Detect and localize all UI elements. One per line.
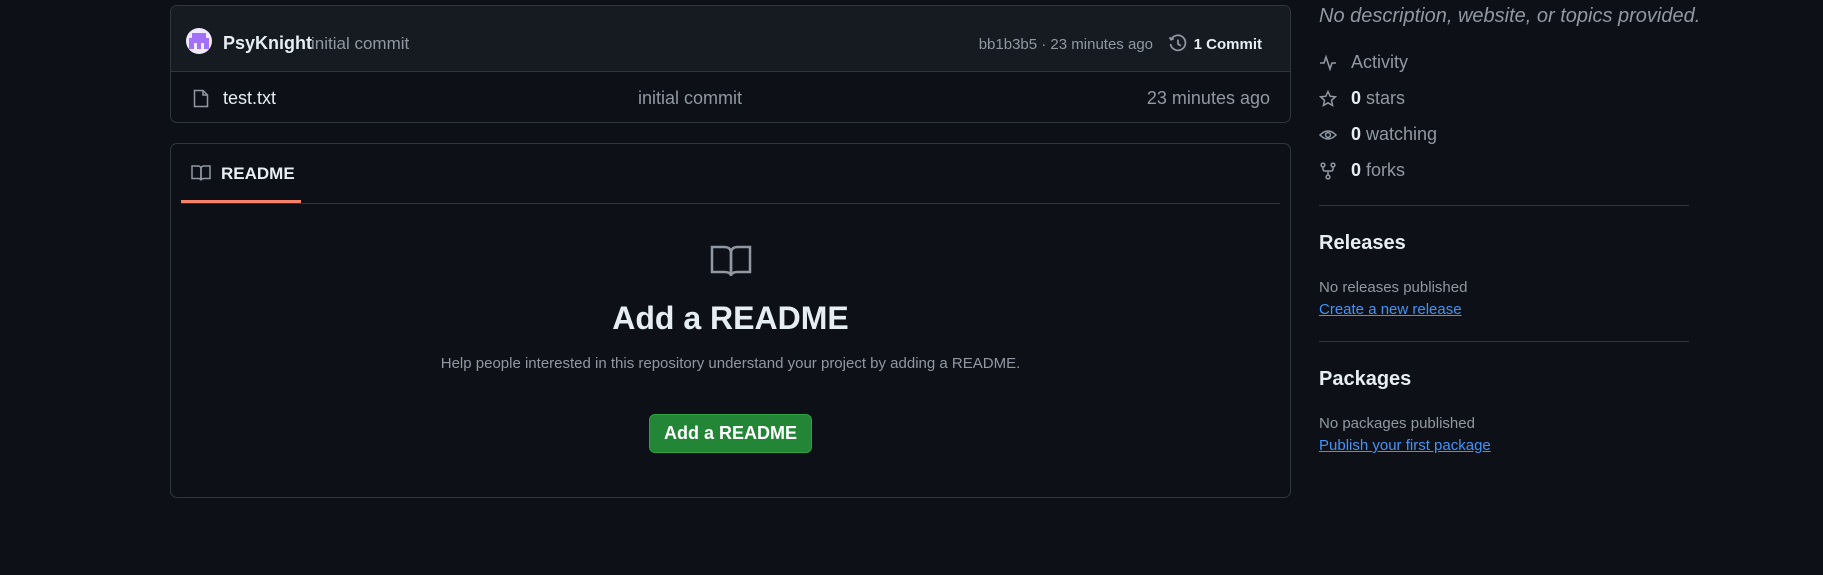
- activity-label: Activity: [1351, 52, 1409, 72]
- add-readme-button[interactable]: Add a README: [648, 414, 812, 453]
- star-icon: [1319, 89, 1337, 107]
- readme-panel: README Add a README Help people interest…: [170, 143, 1291, 498]
- eye-icon: [1319, 129, 1337, 140]
- stars-count: 0: [1351, 88, 1362, 108]
- divider: [1319, 341, 1689, 342]
- commit-message[interactable]: initial commit: [311, 34, 409, 54]
- forks-link[interactable]: 0 forks: [1319, 160, 1405, 181]
- fork-icon: [1320, 161, 1336, 180]
- create-release-link[interactable]: Create a new release: [1319, 301, 1462, 318]
- stars-link[interactable]: 0 stars: [1319, 88, 1405, 109]
- readme-empty-state: Add a README Help people interested in t…: [171, 244, 1290, 453]
- commits-count-label: 1 Commit: [1193, 35, 1262, 53]
- activity-link[interactable]: Activity: [1319, 52, 1408, 73]
- packages-empty-text: No packages published: [1319, 415, 1475, 432]
- commit-author[interactable]: PsyKnight: [223, 33, 312, 54]
- file-last-commit-time: 23 minutes ago: [1146, 88, 1270, 108]
- history-icon: [1168, 34, 1186, 52]
- divider: [1319, 205, 1689, 206]
- file-row[interactable]: test.txt initial commit 23 minutes ago: [171, 72, 1290, 122]
- pulse-icon: [1320, 53, 1336, 72]
- commit-hash-time[interactable]: bb1b3b5 · 23 minutes ago: [979, 36, 1153, 53]
- forks-label: forks: [1366, 160, 1406, 180]
- commits-count-button[interactable]: 1 Commit: [1168, 33, 1262, 55]
- latest-commit-bar: PsyKnight initial commit bb1b3b5 · 23 mi…: [171, 6, 1290, 72]
- avatar[interactable]: [186, 28, 212, 54]
- empty-state-description: Help people interested in this repositor…: [440, 355, 1021, 372]
- readme-tab-bar: README: [181, 144, 1280, 204]
- releases-empty-text: No releases published: [1319, 279, 1468, 296]
- watching-label: watching: [1366, 124, 1438, 144]
- book-icon: [710, 245, 751, 277]
- readme-tab-label: README: [221, 164, 295, 183]
- publish-package-link[interactable]: Publish your first package: [1319, 437, 1491, 454]
- forks-count: 0: [1351, 160, 1362, 180]
- packages-heading[interactable]: Packages: [1319, 368, 1411, 391]
- book-icon: [191, 165, 211, 181]
- watching-count: 0: [1351, 124, 1362, 144]
- stars-label: stars: [1366, 88, 1406, 108]
- file-name-link[interactable]: test.txt: [223, 88, 276, 109]
- watchers-link[interactable]: 0 watching: [1319, 124, 1437, 145]
- file-icon: [193, 89, 209, 108]
- commit-file-panel: PsyKnight initial commit bb1b3b5 · 23 mi…: [170, 5, 1291, 123]
- empty-state-title: Add a README: [612, 300, 849, 336]
- file-last-commit-message[interactable]: initial commit: [638, 88, 742, 109]
- repo-description: No description, website, or topics provi…: [1319, 5, 1701, 27]
- releases-heading[interactable]: Releases: [1319, 232, 1406, 255]
- tab-readme[interactable]: README: [181, 144, 301, 203]
